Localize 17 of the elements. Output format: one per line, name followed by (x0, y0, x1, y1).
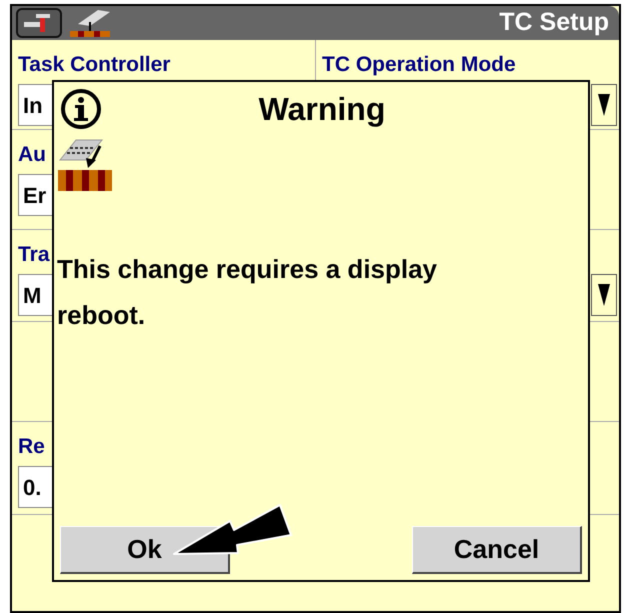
field-label: Re (18, 434, 46, 460)
screen-title: TC Setup (499, 7, 610, 38)
tools-icon[interactable] (16, 8, 62, 38)
cancel-button[interactable]: Cancel (412, 526, 582, 574)
implement-icon (58, 138, 114, 192)
dialog-title: Warning (258, 90, 386, 129)
field-label: Au (18, 142, 47, 168)
dropdown-arrow-icon[interactable] (597, 282, 611, 308)
dialog-message: This change requires a display reboot. (57, 253, 438, 332)
field-label: TC Operation Mode (322, 52, 517, 78)
dropdown-arrow-icon[interactable] (597, 92, 611, 118)
implement-icon[interactable] (68, 8, 112, 38)
info-icon (60, 88, 102, 130)
field-label: Tra (18, 242, 51, 268)
dropdown-button[interactable] (591, 84, 617, 126)
field-label: Task Controller (18, 52, 172, 78)
dropdown-button[interactable] (591, 274, 617, 316)
